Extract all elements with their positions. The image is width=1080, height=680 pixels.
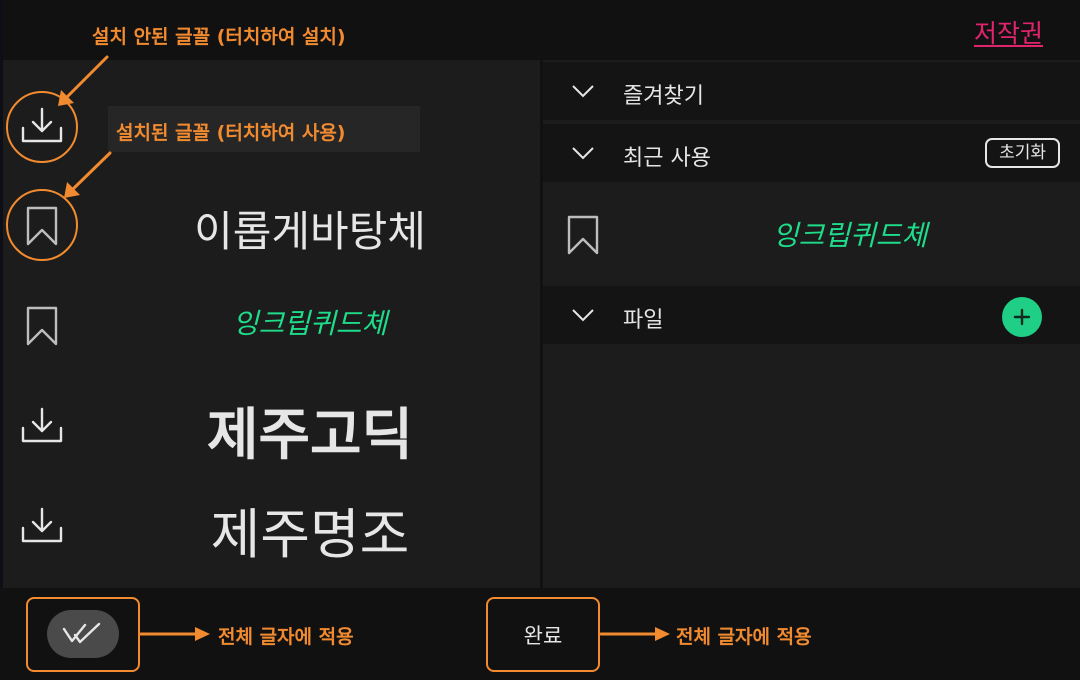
annotation-apply-all: 전체 글자에 적용 [218, 626, 354, 648]
annotation-arrows [58, 55, 670, 641]
annotation-apply-all: 전체 글자에 적용 [676, 626, 812, 648]
